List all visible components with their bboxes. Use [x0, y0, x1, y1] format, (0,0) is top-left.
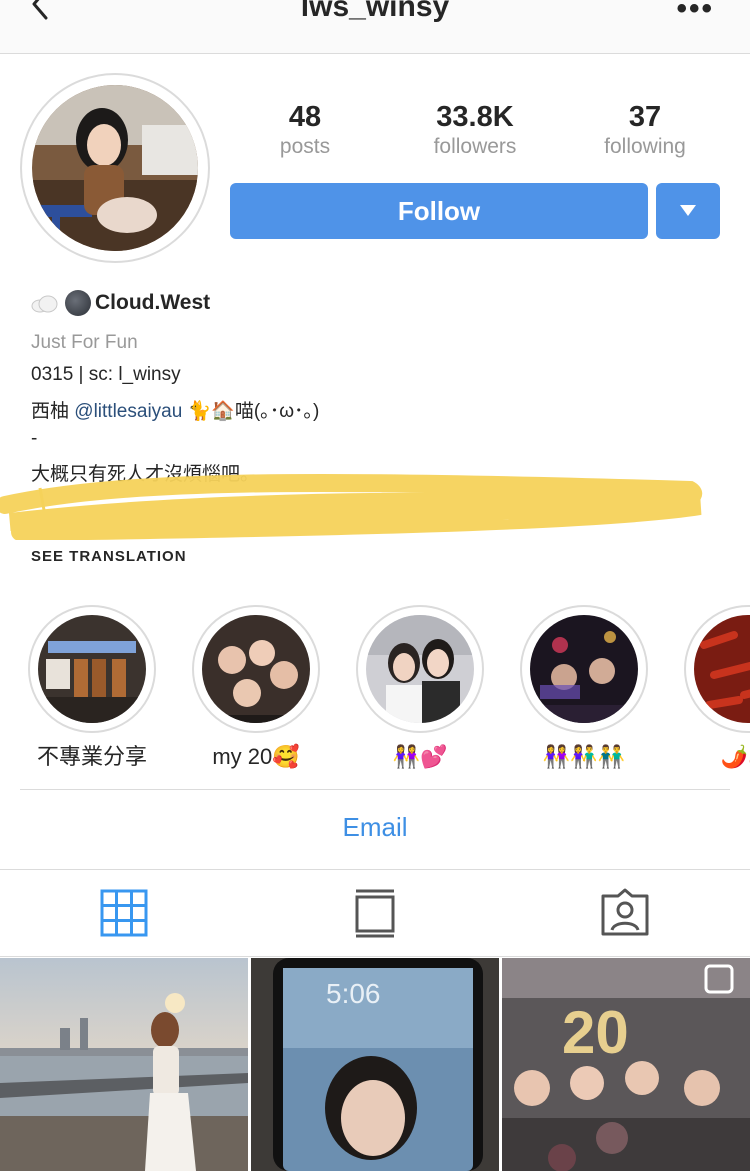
highlight-item[interactable]: 不專業分享	[17, 605, 167, 771]
highlight-item[interactable]: 👭👫👬	[509, 605, 659, 771]
posts-count: 48	[288, 101, 322, 133]
story-highlights: 不專業分享 my 20🥰 👭💕 👭👫👬 🌶️	[0, 605, 750, 785]
stat-followers[interactable]: 33.8K followers	[400, 100, 550, 160]
suggested-accounts-dropdown-button[interactable]	[656, 183, 720, 239]
highlight-cover	[694, 615, 750, 723]
bio-line-1: 0315 | sc: l_winsy	[31, 364, 181, 385]
highlight-cover	[38, 615, 146, 723]
stat-posts[interactable]: 48 posts	[230, 100, 380, 160]
tab-grid[interactable]	[100, 888, 150, 938]
profile-stats: 48 posts 33.8K followers 37 following	[230, 100, 720, 160]
new-moon-icon	[65, 290, 91, 316]
post-thumbnail[interactable]: 20	[502, 958, 750, 1171]
highlight-cover	[530, 615, 638, 723]
more-options-button[interactable]: •••	[676, 0, 714, 26]
svg-text:20: 20	[562, 999, 629, 1066]
highlight-ring	[520, 605, 648, 733]
followers-count: 33.8K	[436, 101, 514, 133]
display-name: Cloud.West	[31, 290, 210, 316]
post-thumbnail[interactable]: 5:06	[251, 958, 499, 1171]
tab-feed[interactable]	[350, 888, 400, 938]
highlight-item[interactable]: 🌶️🌶️	[673, 605, 750, 771]
tagged-user-icon	[601, 888, 649, 936]
highlight-ring	[356, 605, 484, 733]
highlight-ring	[28, 605, 156, 733]
highlight-label: 不專業分享	[36, 744, 147, 769]
follow-button[interactable]: Follow	[230, 183, 648, 239]
following-count: 37	[628, 101, 662, 133]
highlight-label: 🌶️🌶️	[720, 744, 750, 769]
email-button[interactable]: Email	[0, 812, 750, 843]
top-bar: lws_winsy •••	[0, 0, 750, 54]
cloud-icon	[31, 295, 59, 313]
bio-category: Just For Fun	[31, 332, 138, 353]
highlight-item[interactable]: my 20🥰	[181, 605, 331, 771]
avatar[interactable]	[32, 85, 198, 251]
highlight-item[interactable]: 👭💕	[345, 605, 495, 771]
divider	[20, 789, 730, 790]
posts-label: posts	[279, 135, 331, 158]
redaction-scribble	[0, 473, 703, 540]
tab-tagged[interactable]	[600, 888, 650, 938]
bio-line-2-suffix: 🐈🏠喵(｡･ω･｡)	[187, 401, 320, 422]
svg-text:5:06: 5:06	[326, 978, 381, 1009]
grid-icon	[100, 889, 148, 937]
caret-down-icon	[680, 205, 696, 216]
feed-icon	[355, 889, 395, 938]
highlight-label: my 20🥰	[212, 744, 300, 769]
following-label: following	[604, 135, 686, 158]
posts-grid: 5:06 20	[0, 958, 750, 1171]
bio-line-2: 西柚 @littlesaiyau 🐈🏠喵(｡･ω･｡)	[31, 396, 319, 423]
bio-line-3: -	[31, 428, 38, 449]
highlight-cover	[366, 615, 474, 723]
bio-line-2-prefix: 西柚	[31, 401, 70, 422]
bio-mention-link[interactable]: @littlesaiyau	[74, 401, 182, 422]
highlight-cover	[202, 615, 310, 723]
profile-username-title: lws_winsy	[300, 0, 450, 23]
see-translation-link[interactable]: SEE TRANSLATION	[31, 548, 187, 565]
highlight-ring	[684, 605, 750, 733]
highlight-label: 👭💕	[392, 744, 448, 769]
avatar-ring[interactable]	[20, 73, 210, 263]
highlight-label: 👭👫👬	[542, 744, 626, 769]
followers-label: followers	[433, 135, 517, 158]
profile-view-tabs	[0, 869, 750, 957]
post-thumbnail[interactable]	[0, 958, 248, 1171]
highlight-ring	[192, 605, 320, 733]
display-name-text: Cloud.West	[95, 291, 211, 314]
stat-following[interactable]: 37 following	[570, 100, 720, 160]
